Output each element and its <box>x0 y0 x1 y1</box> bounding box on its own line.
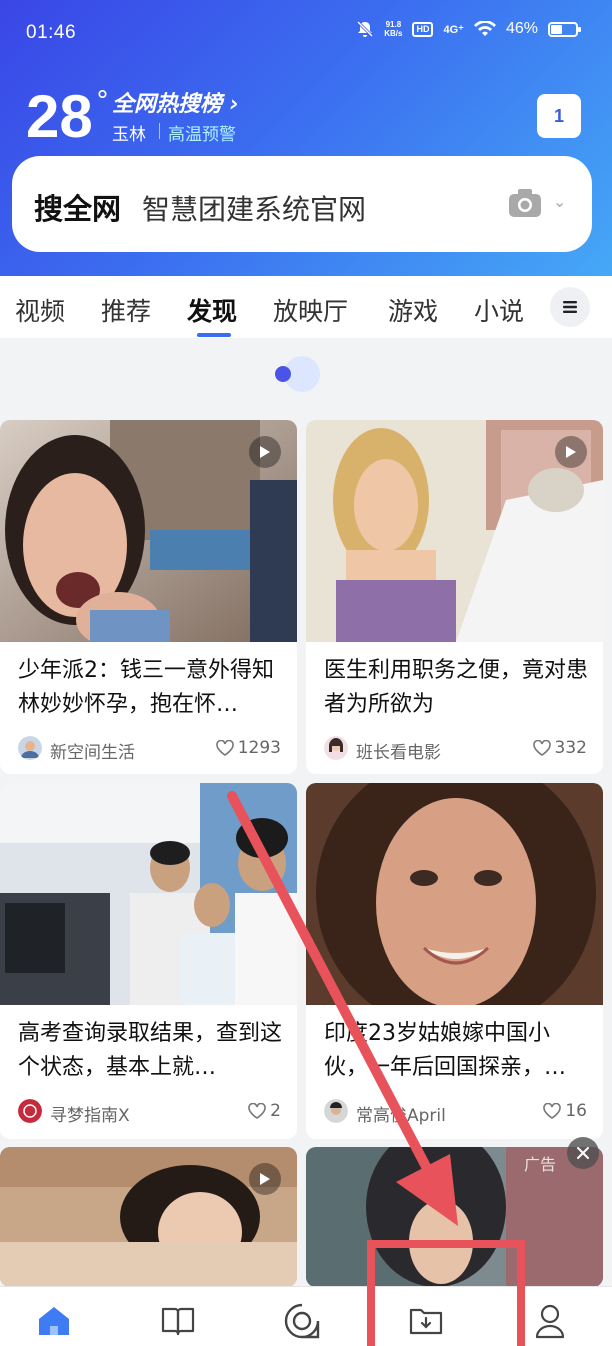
tab-count-button[interactable]: 1 <box>537 94 581 138</box>
author-avatar[interactable] <box>18 736 42 760</box>
nav-downloads[interactable] <box>406 1301 446 1341</box>
tab-novels[interactable]: 小说 <box>474 292 524 328</box>
feed-card[interactable]: 高考查询录取结果，查到这个状态，基本上就… 寻梦指南X 2 <box>0 783 297 1139</box>
author-name[interactable]: 常高俊April <box>356 1101 446 1126</box>
card-title[interactable]: 少年派2：钱三一意外得知林妙妙怀孕，抱在怀… <box>18 654 284 722</box>
tab-games[interactable]: 游戏 <box>388 292 438 328</box>
card-title[interactable]: 印度23岁姑娘嫁中国小伙，一年后回国探亲，… <box>324 1017 590 1085</box>
loading-icon <box>275 356 320 392</box>
divider <box>159 123 160 139</box>
nav-home[interactable] <box>34 1301 74 1341</box>
search-bar[interactable]: 搜全网 智慧团建系统官网 ⌄ <box>12 156 592 252</box>
feed-card[interactable]: 印度23岁姑娘嫁中国小伙，一年后回国探亲，… 常高俊April 16 <box>306 783 603 1139</box>
profile-icon <box>535 1304 565 1339</box>
close-icon <box>577 1147 589 1159</box>
search-query[interactable]: 智慧团建系统官网 <box>142 188 366 228</box>
feed-card[interactable]: 医生利用职务之便，竟对患者为所欲为 班长看电影 332 <box>306 420 603 774</box>
article-image[interactable] <box>0 783 297 1005</box>
ad-image[interactable] <box>306 1147 603 1287</box>
header: 01:46 91.8 KB/s HD 4G⁺ 46% 28 ° 全网热搜榜 › … <box>0 0 612 276</box>
search-brand: 搜全网 <box>34 192 122 226</box>
ad-card[interactable]: 广告 <box>306 1147 603 1287</box>
status-time: 01:46 <box>26 22 77 43</box>
wifi-icon <box>473 21 496 36</box>
tab-menu-button[interactable] <box>550 287 590 327</box>
play-icon[interactable] <box>249 1163 281 1195</box>
weather-alert[interactable]: 高温预警 <box>168 120 236 145</box>
feed-card[interactable]: 少年派2：钱三一意外得知林妙妙怀孕，抱在怀… 新空间生活 1293 <box>0 420 297 774</box>
author-avatar[interactable] <box>324 1099 348 1123</box>
like-count[interactable]: 332 <box>532 738 587 758</box>
ad-label: 广告 <box>524 1155 557 1174</box>
author-name[interactable]: 寻梦指南X <box>50 1101 130 1126</box>
feed-card[interactable] <box>0 1147 297 1287</box>
battery-percent: 46% <box>505 20 538 37</box>
degree-symbol: ° <box>96 86 109 116</box>
author-name[interactable]: 班长看电影 <box>356 738 441 763</box>
nav-profile[interactable] <box>530 1301 570 1341</box>
status-bar: 01:46 91.8 KB/s HD 4G⁺ 46% <box>0 0 612 66</box>
battery-fill <box>551 24 563 34</box>
battery-icon <box>548 21 581 37</box>
mute-bell-icon <box>357 20 374 38</box>
camera-icon[interactable] <box>508 188 542 218</box>
active-tab-indicator <box>197 333 231 337</box>
chevron-down-icon[interactable]: ⌄ <box>553 192 566 211</box>
net-speed: 91.8 KB/s <box>384 20 403 38</box>
heart-icon <box>543 1103 562 1119</box>
tab-discover[interactable]: 发现 <box>187 292 237 328</box>
card-title[interactable]: 高考查询录取结果，查到这个状态，基本上就… <box>18 1017 284 1085</box>
author-avatar[interactable] <box>324 736 348 760</box>
play-icon[interactable] <box>249 436 281 468</box>
heart-icon <box>215 740 234 756</box>
like-count[interactable]: 2 <box>248 1101 281 1121</box>
menu-icon <box>563 301 577 313</box>
article-image[interactable] <box>306 783 603 1005</box>
author-name[interactable]: 新空间生活 <box>50 738 135 763</box>
heart-icon <box>532 740 551 756</box>
download-folder-icon <box>409 1308 443 1335</box>
ad-close-button[interactable] <box>567 1137 599 1169</box>
tab-cinema[interactable]: 放映厅 <box>273 292 348 328</box>
signal-icon: 4G⁺ <box>443 23 464 36</box>
card-title[interactable]: 医生利用职务之便，竟对患者为所欲为 <box>324 654 590 722</box>
tab-video[interactable]: 视频 <box>15 292 65 328</box>
weather-temperature[interactable]: 28 <box>26 82 93 152</box>
status-icons: 91.8 KB/s HD 4G⁺ 46% <box>356 20 581 38</box>
bottom-navigation <box>0 1286 612 1346</box>
like-count[interactable]: 1293 <box>215 738 281 758</box>
category-tabs: 视频 推荐 发现 放映厅 游戏 小说 <box>0 276 612 338</box>
hd-badge: HD <box>412 21 434 37</box>
author-avatar[interactable] <box>18 1099 42 1123</box>
nav-discover[interactable] <box>282 1301 322 1341</box>
book-icon <box>161 1307 195 1336</box>
city-name: 玉林 <box>112 125 146 145</box>
tab-recommend[interactable]: 推荐 <box>101 292 151 328</box>
like-count[interactable]: 16 <box>543 1101 587 1121</box>
play-icon[interactable] <box>555 436 587 468</box>
hot-search-list-link[interactable]: 全网热搜榜 › <box>112 86 239 118</box>
heart-icon <box>248 1103 266 1119</box>
home-icon <box>39 1307 69 1335</box>
discover-icon <box>284 1303 320 1339</box>
nav-books[interactable] <box>158 1301 198 1341</box>
